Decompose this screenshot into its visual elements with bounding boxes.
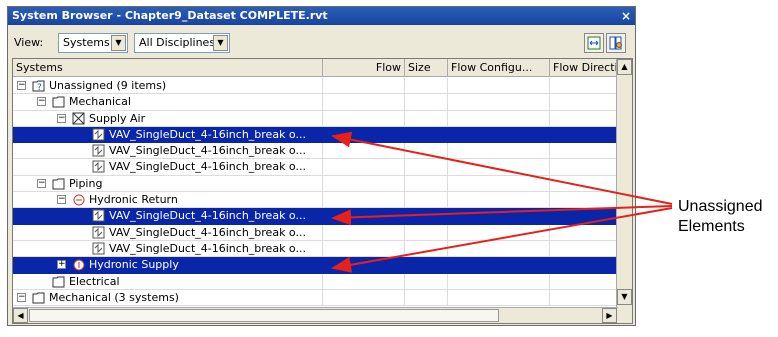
arrow-to-supply-air-vav [331,131,673,205]
unassigned-elements-callout: Unassigned Elements [678,197,763,237]
callout-arrows [331,131,673,273]
callout-line-2: Elements [678,218,745,235]
callout-line-1: Unassigned [678,198,763,215]
